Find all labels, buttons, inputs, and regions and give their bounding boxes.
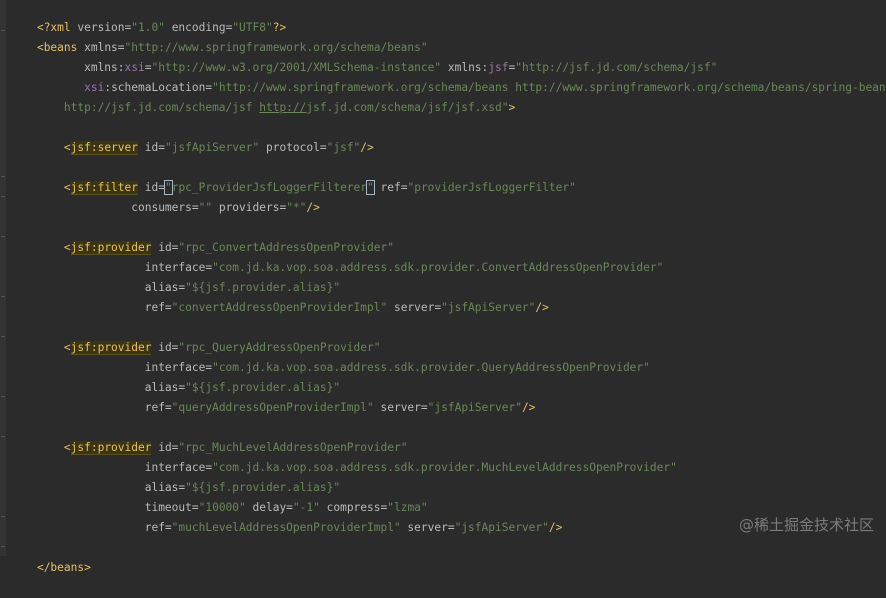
tag-close: /> bbox=[535, 301, 549, 314]
code-line-schema-location: xsi:schemaLocation="http://www.springfra… bbox=[10, 58, 886, 94]
tag-close: > bbox=[508, 101, 516, 114]
attr-name: protocol= bbox=[259, 141, 327, 154]
attr-value: "jsfApiServer" bbox=[441, 301, 536, 314]
attr-name: ref= bbox=[36, 301, 172, 314]
attr-name: id= bbox=[138, 141, 165, 154]
code-line-xmlns: xmlns:xsi="http://www.w3.org/2001/XMLSch… bbox=[10, 38, 717, 74]
code-line-filter-attrs: consumers="" providers="*"/> bbox=[10, 178, 320, 214]
fold-marker[interactable] bbox=[1, 296, 5, 297]
fold-marker[interactable] bbox=[1, 336, 5, 337]
fold-marker[interactable] bbox=[1, 236, 5, 237]
attr-value: http://jsf.jd.com/schema/jsf bbox=[36, 101, 260, 114]
attr-name: providers= bbox=[212, 201, 287, 214]
fold-marker[interactable] bbox=[1, 516, 5, 517]
attr-name: server= bbox=[400, 521, 455, 534]
fold-marker[interactable] bbox=[1, 436, 5, 437]
code-line-beans-open: <beans xmlns="http://www.springframework… bbox=[10, 18, 428, 54]
attr-name: server= bbox=[387, 301, 442, 314]
fold-marker[interactable] bbox=[1, 546, 5, 547]
attr-value: "" bbox=[198, 201, 213, 214]
attr-name: ref= bbox=[373, 181, 408, 194]
fold-marker[interactable] bbox=[1, 30, 5, 31]
code-line-interface: interface="com.jd.ka.vop.soa.address.sdk… bbox=[10, 338, 650, 374]
code-line-alias: alias="${jsf.provider.alias}" bbox=[10, 358, 340, 394]
attr-value: "jsfApiServer" bbox=[164, 141, 260, 154]
code-line-alias: alias="${jsf.provider.alias}" bbox=[10, 258, 340, 294]
quote-matched: " bbox=[366, 180, 375, 195]
code-line-ref: ref="muchLevelAddressOpenProviderImpl" s… bbox=[10, 498, 563, 534]
tag-name-highlighted: jsf:server bbox=[70, 141, 138, 155]
attr-value: "jsfApiServer" bbox=[454, 521, 549, 534]
code-line-xml-declaration: <?xml version="1.0" encoding="UTF8"?> bbox=[10, 0, 286, 34]
tag-close: /> bbox=[306, 201, 320, 214]
attr-value: "*" bbox=[286, 201, 307, 214]
editor-gutter[interactable] bbox=[0, 0, 6, 556]
fold-marker[interactable] bbox=[1, 396, 5, 397]
attr-value: jsf.jd.com/schema/jsf/jsf.xsd" bbox=[306, 101, 509, 114]
watermark: @稀土掘金技术社区 bbox=[738, 516, 874, 534]
attr-name: ref= bbox=[36, 521, 172, 534]
code-line-ref: ref="queryAddressOpenProviderImpl" serve… bbox=[10, 378, 536, 414]
code-line-alias: alias="${jsf.provider.alias}" bbox=[10, 458, 340, 494]
tag-open: < bbox=[36, 141, 71, 154]
attr-value: "jsf" bbox=[326, 141, 361, 154]
attr-name: server= bbox=[373, 401, 428, 414]
code-line-jsf-server: <jsf:server id="jsfApiServer" protocol="… bbox=[10, 118, 374, 155]
code-line-interface: interface="com.jd.ka.vop.soa.address.sdk… bbox=[10, 238, 664, 274]
fold-marker[interactable] bbox=[1, 196, 5, 197]
tag-close: /> bbox=[548, 521, 563, 534]
url-link[interactable]: http:// bbox=[259, 101, 306, 114]
code-line-provider-convert: <jsf:provider id="rpc_ConvertAddressOpen… bbox=[10, 218, 394, 255]
tag-close: /> bbox=[521, 401, 536, 414]
tag-close: </beans> bbox=[36, 561, 91, 574]
code-line-interface: interface="com.jd.ka.vop.soa.address.sdk… bbox=[10, 438, 677, 474]
code-editor[interactable]: <?xml version="1.0" encoding="UTF8"?> <b… bbox=[0, 0, 886, 574]
code-line-beans-close: </beans> bbox=[10, 538, 91, 574]
code-line-jsf-filter: <jsf:filter id="rpc_ProviderJsfLoggerFil… bbox=[10, 158, 576, 195]
code-line-ref: ref="convertAddressOpenProviderImpl" ser… bbox=[10, 278, 549, 314]
attr-value: "providerJsfLoggerFilter" bbox=[407, 181, 576, 194]
code-line-provider-query: <jsf:provider id="rpc_QueryAddressOpenPr… bbox=[10, 318, 381, 355]
code-line-timeout: timeout="10000" delay="-1" compress="lzm… bbox=[10, 478, 428, 514]
code-line-provider-muchlevel: <jsf:provider id="rpc_MuchLevelAddressOp… bbox=[10, 418, 407, 455]
attr-value: "convertAddressOpenProviderImpl" bbox=[171, 301, 388, 314]
attr-value: "muchLevelAddressOpenProviderImpl" bbox=[171, 521, 401, 534]
fold-marker[interactable] bbox=[1, 176, 5, 177]
attr-value: "jsfApiServer" bbox=[427, 401, 522, 414]
attr-name: consumers= bbox=[36, 201, 199, 214]
code-line-schema-location-cont: http://jsf.jd.com/schema/jsf http://jsf.… bbox=[10, 78, 515, 114]
attr-value: "queryAddressOpenProviderImpl" bbox=[171, 401, 374, 414]
tag-close: /> bbox=[360, 141, 374, 154]
attr-name: ref= bbox=[36, 401, 172, 414]
